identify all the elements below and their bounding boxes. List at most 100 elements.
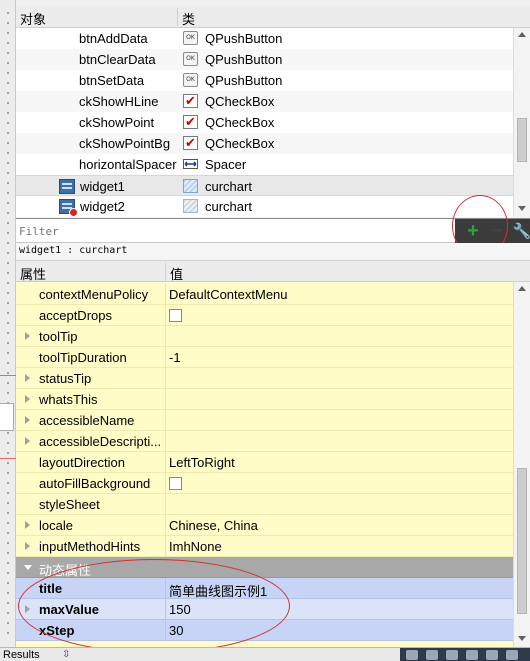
expand-arrow-icon[interactable] (25, 521, 30, 529)
curchart-icon (183, 179, 198, 193)
property-row-layoutDirection[interactable]: layoutDirection LeftToRight (16, 452, 513, 473)
pushbutton-icon: OK (183, 52, 198, 66)
object-class: QCheckBox (205, 115, 275, 130)
object-inspector-header: 对象 类 (16, 6, 530, 28)
property-row-whatsThis[interactable]: whatsThis (16, 389, 513, 410)
property-row-inputMethodHints[interactable]: inputMethodHints ImhNone (16, 536, 513, 557)
object-row-widget1[interactable]: widget1 curchart (16, 175, 513, 196)
sort-arrows-icon[interactable]: ⇳ (62, 649, 70, 660)
object-row-ckShowPointBg[interactable]: ckShowPointBg ✔ QCheckBox (16, 133, 513, 154)
scrollbar-thumb[interactable] (517, 468, 527, 614)
expand-arrow-icon[interactable] (25, 437, 30, 445)
object-tree[interactable]: btnAddData OK QPushButton btnClearData O… (16, 28, 513, 217)
property-value[interactable]: ImhNone (169, 539, 222, 554)
object-name: ckShowHLine (79, 94, 159, 109)
form-widget-fragment[interactable] (0, 403, 14, 431)
object-name: btnAddData (79, 31, 148, 46)
column-divider[interactable] (165, 263, 166, 281)
selected-object-caption: widget1 : curchart (16, 243, 530, 260)
object-row-btnAddData[interactable]: btnAddData OK QPushButton (16, 28, 513, 49)
tray-network-icon[interactable] (426, 650, 438, 660)
property-value[interactable]: Chinese, China (169, 518, 258, 533)
filter-input[interactable] (16, 221, 441, 241)
scroll-up-icon[interactable] (518, 32, 526, 37)
expand-arrow-icon[interactable] (25, 416, 30, 424)
object-class: QPushButton (205, 31, 283, 46)
object-class: QPushButton (205, 73, 283, 88)
property-row-acceptDrops[interactable]: acceptDrops (16, 305, 513, 326)
object-name: btnSetData (79, 73, 145, 88)
property-row-locale[interactable]: locale Chinese, China (16, 515, 513, 536)
checkbox-icon: ✔ (183, 136, 198, 150)
object-name: ckShowPointBg (79, 136, 171, 151)
property-checkbox[interactable] (169, 477, 182, 490)
object-name: ckShowPoint (79, 115, 155, 130)
expand-arrow-icon[interactable] (25, 332, 30, 340)
property-row-accessibleDescription[interactable]: accessibleDescripti... (16, 431, 513, 452)
scroll-up-icon[interactable] (518, 286, 526, 291)
property-row-autoFillBackground[interactable]: autoFillBackground (16, 473, 513, 494)
spacer-icon (183, 157, 198, 171)
property-value[interactable]: LeftToRight (169, 455, 235, 470)
layout-guide-line (0, 458, 16, 459)
property-value[interactable]: -1 (169, 350, 181, 365)
object-class: curchart (205, 179, 252, 194)
property-row-contextMenuPolicy[interactable]: contextMenuPolicy DefaultContextMenu (16, 284, 513, 305)
expand-arrow-icon[interactable] (25, 374, 30, 382)
property-value[interactable]: DefaultContextMenu (169, 287, 288, 302)
object-class: Spacer (205, 157, 247, 172)
object-name: btnClearData (79, 52, 156, 67)
scrollbar-thumb[interactable] (517, 118, 527, 162)
warning-badge-icon (69, 208, 78, 217)
column-value: 值 (170, 267, 184, 282)
results-tab[interactable]: Results (3, 649, 40, 661)
form-canvas-edge (0, 0, 16, 647)
object-row-btnClearData[interactable]: btnClearData OK QPushButton (16, 49, 513, 70)
widget-icon (59, 199, 78, 217)
tray-keyboard-icon[interactable] (406, 650, 418, 660)
object-row-horizontalSpacer[interactable]: horizontalSpacer Spacer (16, 154, 513, 175)
tray-help-icon[interactable] (466, 650, 478, 660)
checkbox-icon: ✔ (183, 115, 198, 129)
property-row-toolTip[interactable]: toolTip (16, 326, 513, 347)
property-table-scrollbar[interactable] (513, 282, 530, 647)
object-class: QCheckBox (205, 136, 275, 151)
scroll-down-icon[interactable] (518, 206, 526, 211)
widget-icon (59, 179, 75, 194)
property-name: toolTip (39, 329, 78, 344)
column-divider[interactable] (177, 8, 178, 26)
column-property: 属性 (20, 267, 47, 282)
property-checkbox[interactable] (169, 309, 182, 322)
property-name: inputMethodHints (39, 539, 141, 554)
object-tree-scrollbar[interactable] (513, 28, 530, 217)
property-row-styleSheet[interactable]: styleSheet (16, 494, 513, 515)
collapse-arrow-icon[interactable] (24, 565, 32, 570)
object-row-btnSetData[interactable]: btnSetData OK QPushButton (16, 70, 513, 91)
property-row-toolTipDuration[interactable]: toolTipDuration -1 (16, 347, 513, 368)
curchart-icon (183, 199, 198, 213)
property-row-statusTip[interactable]: statusTip (16, 368, 513, 389)
property-name: styleSheet (39, 497, 100, 512)
pushbutton-icon: OK (183, 31, 198, 45)
column-object: 对象 (20, 12, 47, 27)
scroll-down-icon[interactable] (518, 636, 526, 641)
tray-settings-icon[interactable] (486, 650, 498, 660)
object-row-ckShowPoint[interactable]: ckShowPoint ✔ QCheckBox (16, 112, 513, 133)
object-row-widget2[interactable]: widget2 curchart (16, 196, 513, 217)
tray-volume-icon[interactable] (506, 650, 518, 660)
tray-input-icon[interactable] (446, 650, 458, 660)
property-name: statusTip (39, 371, 92, 386)
expand-arrow-icon[interactable] (25, 542, 30, 550)
object-name: widget2 (80, 199, 125, 214)
layout-guide-line (0, 375, 16, 376)
property-row-accessibleName[interactable]: accessibleName (16, 410, 513, 431)
checkbox-icon: ✔ (183, 94, 198, 108)
pushbutton-icon: OK (183, 73, 198, 87)
property-name: layoutDirection (39, 455, 125, 470)
expand-arrow-icon[interactable] (25, 395, 30, 403)
configure-wrench-icon[interactable]: 🔧 (512, 222, 530, 242)
property-editor-header: 属性 值 (16, 260, 530, 282)
object-row-ckShowHLine[interactable]: ckShowHLine ✔ QCheckBox (16, 91, 513, 112)
annotation-circle (18, 559, 290, 653)
object-name: widget1 (80, 179, 125, 194)
